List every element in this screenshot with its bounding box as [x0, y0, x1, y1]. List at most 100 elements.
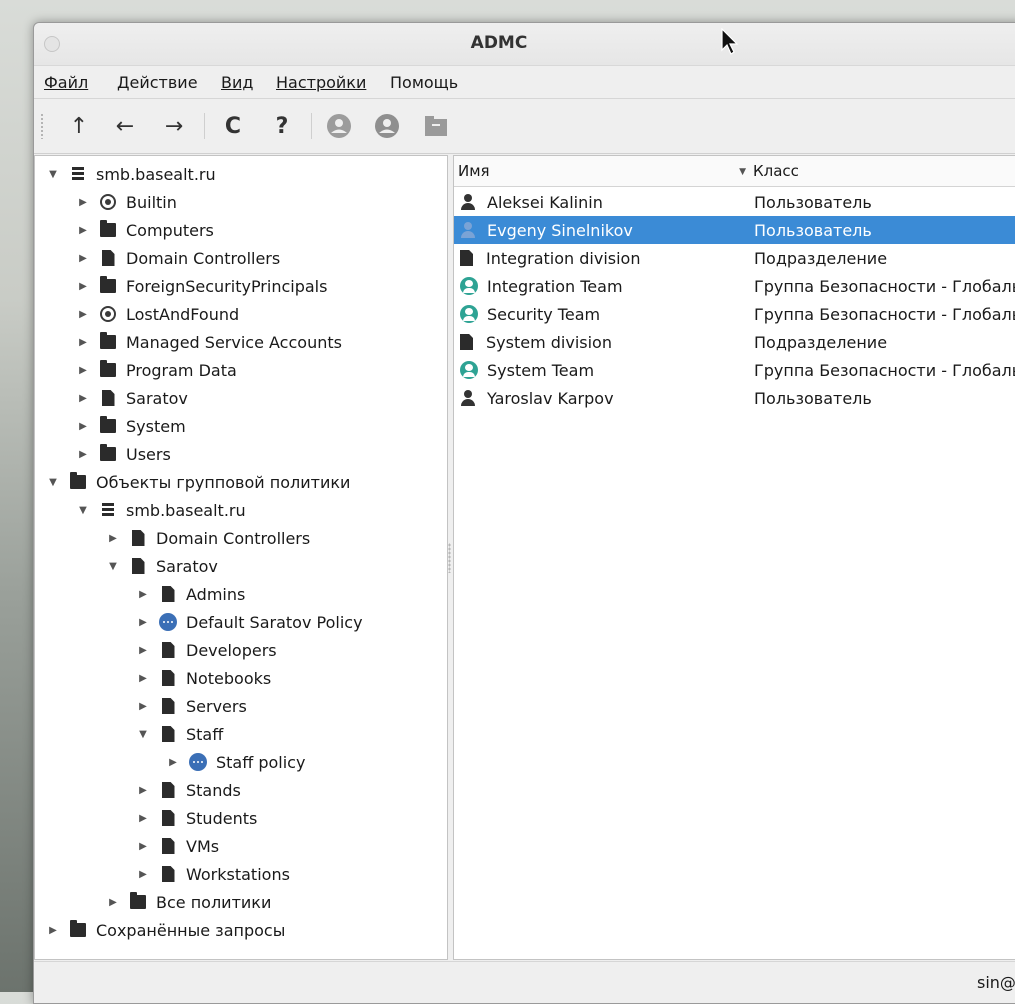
table-row[interactable]: Yaroslav Karpov Пользователь	[454, 384, 1015, 412]
column-header-class[interactable]: Класс	[749, 156, 1015, 187]
tree-item[interactable]: ▶ Domain Controllers	[105, 524, 310, 552]
menu-settings[interactable]: Настройки	[276, 73, 366, 92]
tree-item[interactable]: ▶ Students	[135, 804, 257, 832]
expand-arrow-down-icon[interactable]: ▼	[45, 474, 61, 490]
arrow-forward-icon[interactable]: →	[159, 111, 189, 141]
tree-item[interactable]: ▶ Domain Controllers	[75, 244, 280, 272]
object-name: System Team	[487, 360, 595, 380]
pane-splitter[interactable]	[448, 543, 451, 573]
tree-item[interactable]: ▼ Объекты групповой политики	[45, 468, 350, 496]
expand-arrow-right-icon[interactable]: ▶	[75, 306, 91, 322]
tree-item[interactable]: ▶ Builtin	[75, 188, 177, 216]
tree-item[interactable]: ▼ smb.basealt.ru	[45, 160, 216, 188]
expand-arrow-down-icon[interactable]: ▼	[45, 166, 61, 182]
tree-item[interactable]: ▶ LostAndFound	[75, 300, 239, 328]
tree-item[interactable]: ▶ ForeignSecurityPrincipals	[75, 272, 327, 300]
tree-item-label: Объекты групповой политики	[96, 472, 351, 492]
tree-item[interactable]: ▶ Servers	[135, 692, 247, 720]
ou-icon[interactable]	[421, 111, 451, 141]
organizational-unit-icon	[99, 389, 117, 407]
expand-arrow-right-icon[interactable]: ▶	[135, 810, 151, 826]
expand-arrow-right-icon[interactable]: ▶	[45, 922, 61, 938]
group-circle-icon[interactable]	[372, 111, 402, 141]
tree-item-label: Students	[186, 808, 258, 828]
user-circle-icon[interactable]	[324, 111, 354, 141]
object-list[interactable]: Имя ▼ Класс Aleksei Kalinin Пользователь E…	[453, 155, 1015, 960]
organizational-unit-icon	[159, 837, 177, 855]
expand-arrow-right-icon[interactable]: ▶	[105, 530, 121, 546]
title-bar[interactable]: ADMC	[34, 23, 1015, 66]
table-row[interactable]: Security Team Группа Безопасности - Глоба…	[454, 300, 1015, 328]
navigation-tree[interactable]: ▼ smb.basealt.ru ▶ Builtin ▶ Computers ▶ Domain…	[34, 155, 448, 960]
menu-action[interactable]: Действие	[117, 73, 198, 92]
tree-item[interactable]: ▶ VMs	[135, 832, 219, 860]
tree-item-label: Stands	[186, 780, 241, 800]
expand-arrow-right-icon[interactable]: ▶	[75, 334, 91, 350]
expand-arrow-right-icon[interactable]: ▶	[75, 418, 91, 434]
menu-file[interactable]: Файл	[44, 73, 88, 92]
name-cell: Integration Team	[460, 277, 623, 296]
expand-arrow-right-icon[interactable]: ▶	[135, 642, 151, 658]
expand-arrow-right-icon[interactable]: ▶	[75, 250, 91, 266]
refresh-icon[interactable]: C	[218, 111, 248, 141]
expand-arrow-right-icon[interactable]: ▶	[135, 614, 151, 630]
tree-item[interactable]: ▶ Saratov	[75, 384, 188, 412]
tree-item[interactable]: ▶ Program Data	[75, 356, 237, 384]
expand-arrow-right-icon[interactable]: ▶	[105, 894, 121, 910]
expand-arrow-right-icon[interactable]: ▶	[165, 754, 181, 770]
tree-item[interactable]: ▶ Все политики	[105, 888, 271, 916]
expand-arrow-right-icon[interactable]: ▶	[135, 782, 151, 798]
expand-arrow-right-icon[interactable]: ▶	[75, 222, 91, 238]
folder-icon	[99, 276, 117, 295]
arrow-back-icon[interactable]: ←	[110, 111, 140, 141]
domain-server-icon	[99, 501, 117, 519]
expand-arrow-down-icon[interactable]: ▼	[135, 726, 151, 742]
table-row[interactable]: Aleksei Kalinin Пользователь	[454, 188, 1015, 216]
tree-item[interactable]: ▶ Stands	[135, 776, 241, 804]
tree-item[interactable]: ▶ Сохранённые запросы	[45, 916, 285, 944]
table-row[interactable]: Evgeny Sinelnikov Пользователь	[454, 216, 1015, 244]
expand-arrow-right-icon[interactable]: ▶	[75, 278, 91, 294]
tree-item[interactable]: ▶ Default Saratov Policy	[135, 608, 362, 636]
folder-icon	[69, 920, 87, 939]
expand-arrow-down-icon[interactable]: ▼	[75, 502, 91, 518]
tree-item[interactable]: ▶ Users	[75, 440, 171, 468]
tree-item[interactable]: ▶ Developers	[135, 636, 276, 664]
expand-arrow-down-icon[interactable]: ▼	[105, 558, 121, 574]
tree-item[interactable]: ▼ Saratov	[105, 552, 218, 580]
tree-item[interactable]: ▶ System	[75, 412, 186, 440]
expand-arrow-right-icon[interactable]: ▶	[75, 390, 91, 406]
menu-help[interactable]: Помощь	[390, 73, 458, 92]
table-row[interactable]: Integration division Подразделение	[454, 244, 1015, 272]
table-row[interactable]: System Team Группа Безопасности - Глобаль	[454, 356, 1015, 384]
organizational-unit-icon	[129, 557, 147, 575]
expand-arrow-right-icon[interactable]: ▶	[135, 698, 151, 714]
expand-arrow-right-icon[interactable]: ▶	[75, 446, 91, 462]
tree-item[interactable]: ▶ Staff policy	[165, 748, 305, 776]
status-text: sin@	[977, 973, 1015, 992]
arrow-up-icon[interactable]: ↑	[64, 111, 94, 141]
tree-item[interactable]: ▶ Admins	[135, 580, 245, 608]
expand-arrow-right-icon[interactable]: ▶	[135, 586, 151, 602]
toolbar-grip[interactable]	[40, 113, 44, 139]
tree-item-label: Servers	[186, 696, 247, 716]
expand-arrow-right-icon[interactable]: ▶	[75, 194, 91, 210]
tree-item[interactable]: ▼ smb.basealt.ru	[75, 496, 246, 524]
expand-arrow-right-icon[interactable]: ▶	[135, 670, 151, 686]
column-header-name[interactable]: Имя ▼	[454, 156, 753, 187]
folder-icon	[99, 360, 117, 379]
help-icon[interactable]: ?	[267, 111, 297, 141]
tree-item[interactable]: ▶ Workstations	[135, 860, 290, 888]
tree-item[interactable]: ▶ Notebooks	[135, 664, 271, 692]
user-icon	[460, 390, 476, 406]
expand-arrow-right-icon[interactable]: ▶	[135, 866, 151, 882]
tree-item-label: Managed Service Accounts	[126, 332, 342, 352]
expand-arrow-right-icon[interactable]: ▶	[135, 838, 151, 854]
tree-item[interactable]: ▼ Staff	[135, 720, 223, 748]
table-row[interactable]: Integration Team Группа Безопасности - Гл…	[454, 272, 1015, 300]
expand-arrow-right-icon[interactable]: ▶	[75, 362, 91, 378]
tree-item[interactable]: ▶ Managed Service Accounts	[75, 328, 342, 356]
menu-view[interactable]: Вид	[221, 73, 253, 92]
table-row[interactable]: System division Подразделение	[454, 328, 1015, 356]
tree-item[interactable]: ▶ Computers	[75, 216, 214, 244]
